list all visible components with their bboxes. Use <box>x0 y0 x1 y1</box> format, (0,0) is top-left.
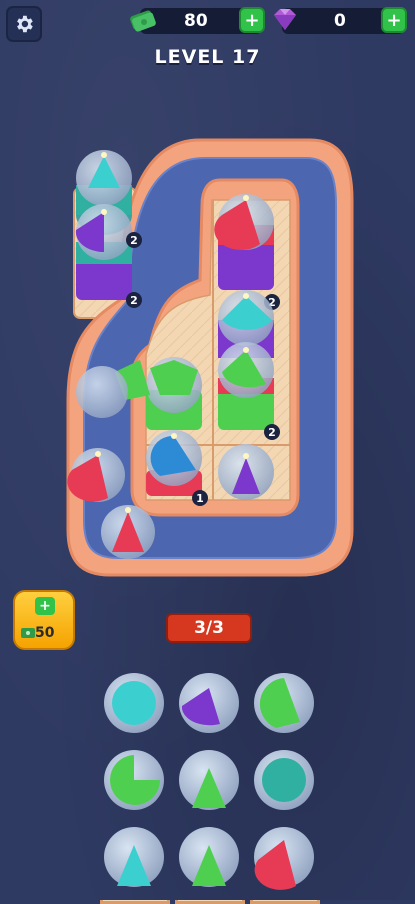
candle-icon <box>243 453 249 459</box>
bonus-amount: 50 <box>35 625 55 641</box>
tray-jar[interactable] <box>104 827 164 887</box>
candle-icon <box>171 433 177 439</box>
tray-jar[interactable] <box>179 827 239 887</box>
tray-jar[interactable] <box>254 673 314 733</box>
candle-jar[interactable] <box>214 194 274 290</box>
candle-icon <box>101 209 107 215</box>
tray-jar[interactable] <box>179 750 239 810</box>
candle-jar[interactable] <box>146 430 202 496</box>
tray-jar[interactable] <box>104 673 164 733</box>
candle-icon <box>101 152 107 158</box>
stack-count: 2 <box>130 294 138 307</box>
candle-jar[interactable] <box>101 505 155 559</box>
candle-jar[interactable] <box>218 342 274 430</box>
candle-icon <box>243 347 249 353</box>
candle-jar[interactable] <box>76 366 128 418</box>
plus-icon: + <box>35 597 55 615</box>
candle-jar[interactable] <box>75 204 132 300</box>
tray-jar[interactable] <box>254 750 314 810</box>
bonus-cash-button[interactable]: + 50 <box>13 590 75 650</box>
tray-jar[interactable] <box>179 673 239 733</box>
candle-icon <box>125 507 131 513</box>
candle-jar[interactable] <box>218 444 274 500</box>
game-board: 2 2 2 2 1 <box>66 138 354 890</box>
cash-icon <box>21 628 35 638</box>
tray-jar[interactable] <box>254 827 314 890</box>
candle-icon <box>243 195 249 201</box>
progress-counter: 3/3 <box>166 613 252 643</box>
stack-count: 2 <box>130 234 138 247</box>
candle-icon <box>243 293 249 299</box>
candle-icon <box>95 451 101 457</box>
stack-count: 1 <box>196 492 204 505</box>
stack-count: 2 <box>268 426 276 439</box>
tray-jar[interactable] <box>104 750 164 810</box>
